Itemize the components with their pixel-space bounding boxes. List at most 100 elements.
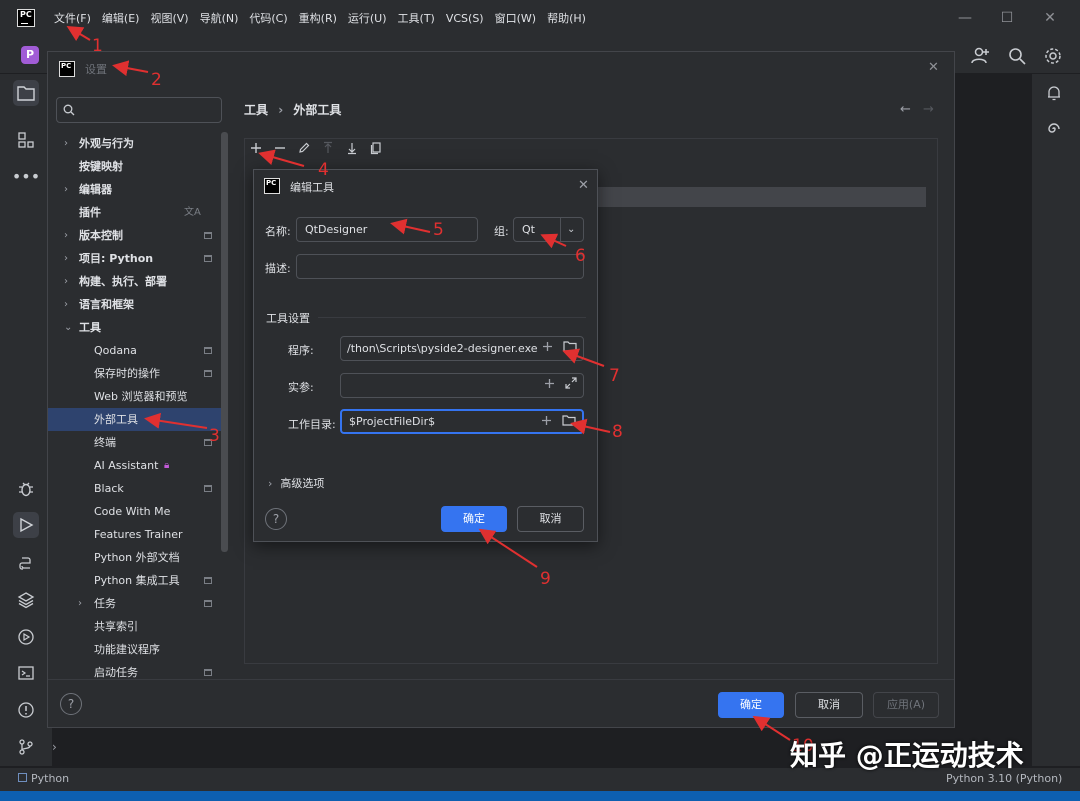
- arguments-input[interactable]: [340, 373, 584, 398]
- tree-item[interactable]: › 外观与行为: [48, 132, 228, 155]
- menu-window[interactable]: 窗口(W): [495, 10, 541, 28]
- menu-vcs[interactable]: VCS(S): [446, 10, 489, 28]
- tree-item[interactable]: Python 集成工具: [48, 569, 228, 592]
- tree-item[interactable]: Qodana: [48, 339, 228, 362]
- insert-macro-plus-icon[interactable]: [544, 378, 555, 389]
- menu-edit[interactable]: 编辑(E): [102, 10, 145, 28]
- tree-item[interactable]: 启动任务: [48, 661, 228, 680]
- forward-arrow-icon[interactable]: →: [923, 102, 934, 117]
- edit-tool-close-icon[interactable]: ✕: [578, 178, 589, 193]
- tree-item[interactable]: Python 外部文档: [48, 546, 228, 569]
- search-everywhere-icon[interactable]: [1007, 46, 1027, 66]
- menu-navigate[interactable]: 导航(N): [200, 10, 244, 28]
- menu-file[interactable]: 文件(F): [54, 10, 96, 28]
- tree-item[interactable]: › 编辑器: [48, 178, 228, 201]
- settings-help-button[interactable]: ?: [60, 693, 82, 715]
- edit-cancel-button[interactable]: 取消: [517, 506, 584, 532]
- move-up-icon[interactable]: [320, 140, 336, 160]
- structure-icon[interactable]: [13, 127, 39, 153]
- tools-list-row[interactable]: [596, 187, 926, 207]
- tree-item[interactable]: 外部工具: [48, 408, 228, 431]
- settings-ok-button[interactable]: 确定: [718, 692, 784, 718]
- move-down-icon[interactable]: [344, 140, 360, 160]
- description-input[interactable]: [296, 254, 584, 279]
- insert-macro-plus-icon[interactable]: [541, 415, 552, 426]
- tree-scrollbar[interactable]: [221, 132, 228, 552]
- maximize-button[interactable]: ☐: [987, 6, 1027, 30]
- settings-search-input[interactable]: [56, 97, 222, 123]
- copy-tool-icon[interactable]: [368, 140, 384, 160]
- tree-item[interactable]: › 构建、执行、部署: [48, 270, 228, 293]
- chevron-right-icon[interactable]: ›: [64, 293, 68, 316]
- browse-folder-icon[interactable]: [563, 340, 577, 352]
- browse-folder-icon[interactable]: [562, 414, 576, 426]
- run-icon[interactable]: [13, 512, 39, 538]
- problems-icon[interactable]: [13, 697, 39, 723]
- tree-item[interactable]: 保存时的操作: [48, 362, 228, 385]
- menu-help[interactable]: 帮助(H): [547, 10, 591, 28]
- breadcrumb-tools[interactable]: 工具: [244, 103, 268, 117]
- settings-cancel-button[interactable]: 取消: [795, 692, 863, 718]
- name-input[interactable]: QtDesigner: [296, 217, 478, 242]
- python-console-icon[interactable]: [13, 550, 39, 576]
- tree-item[interactable]: 插件 文A: [48, 201, 228, 224]
- working-dir-input[interactable]: $ProjectFileDir$: [340, 409, 584, 434]
- tree-item[interactable]: ⌄ 工具: [48, 316, 228, 339]
- more-tools-icon[interactable]: •••: [12, 163, 40, 189]
- services-icon[interactable]: [13, 624, 39, 650]
- tree-item[interactable]: › 项目: Python: [48, 247, 228, 270]
- tree-item[interactable]: Code With Me: [48, 500, 228, 523]
- settings-apply-button[interactable]: 应用(A): [873, 692, 939, 718]
- git-branch-icon[interactable]: [13, 734, 39, 760]
- expand-chevron-icon[interactable]: ›: [52, 740, 57, 754]
- menu-code[interactable]: 代码(C): [249, 10, 292, 28]
- chevron-right-icon[interactable]: ›: [64, 132, 68, 155]
- debug-icon[interactable]: [13, 476, 39, 502]
- tree-item[interactable]: 按键映射: [48, 155, 228, 178]
- edit-help-button[interactable]: ?: [265, 508, 287, 530]
- close-window-button[interactable]: ✕: [1030, 6, 1070, 30]
- tree-item[interactable]: › 任务: [48, 592, 228, 615]
- settings-gear-icon[interactable]: [1043, 46, 1063, 66]
- settings-close-icon[interactable]: ✕: [928, 60, 939, 75]
- layers-icon[interactable]: [13, 587, 39, 613]
- ai-assistant-spiral-icon[interactable]: [1045, 120, 1063, 138]
- notifications-bell-icon[interactable]: [1045, 84, 1063, 102]
- tree-item[interactable]: 共享索引: [48, 615, 228, 638]
- chevron-down-icon[interactable]: ⌄: [567, 218, 575, 241]
- status-project-name[interactable]: Python: [31, 772, 69, 785]
- tree-item[interactable]: Web 浏览器和预览: [48, 385, 228, 408]
- remove-tool-icon[interactable]: [272, 140, 288, 160]
- insert-macro-plus-icon[interactable]: [542, 341, 553, 352]
- expand-field-icon[interactable]: [565, 377, 577, 389]
- minimize-button[interactable]: —: [945, 6, 985, 30]
- menu-view[interactable]: 视图(V): [150, 10, 193, 28]
- chevron-right-icon[interactable]: ›: [78, 592, 82, 615]
- menu-run[interactable]: 运行(U): [348, 10, 392, 28]
- project-folder-icon[interactable]: [13, 80, 39, 106]
- tree-item[interactable]: Black: [48, 477, 228, 500]
- tree-item[interactable]: 终端: [48, 431, 228, 454]
- tree-item[interactable]: Features Trainer: [48, 523, 228, 546]
- tree-item[interactable]: › 语言和框架: [48, 293, 228, 316]
- back-arrow-icon[interactable]: ←: [900, 102, 911, 117]
- chevron-right-icon[interactable]: ›: [64, 224, 68, 247]
- terminal-icon[interactable]: [13, 660, 39, 686]
- edit-pencil-icon[interactable]: [296, 140, 312, 160]
- menu-tools[interactable]: 工具(T): [398, 10, 440, 28]
- advanced-options-toggle[interactable]: › 高级选项: [268, 475, 324, 491]
- edit-ok-button[interactable]: 确定: [441, 506, 507, 532]
- chevron-right-icon[interactable]: ›: [64, 178, 68, 201]
- tree-item[interactable]: › 版本控制: [48, 224, 228, 247]
- menu-refactor[interactable]: 重构(R): [299, 10, 342, 28]
- program-input[interactable]: /thon\Scripts\pyside2-designer.exe: [340, 336, 584, 361]
- project-badge[interactable]: P: [21, 46, 39, 64]
- chevron-right-icon[interactable]: ›: [64, 270, 68, 293]
- chevron-down-icon[interactable]: ⌄: [64, 316, 72, 339]
- group-combo[interactable]: Qt ⌄: [513, 217, 584, 242]
- add-user-icon[interactable]: [970, 46, 990, 66]
- add-tool-icon[interactable]: [248, 140, 264, 160]
- tree-item[interactable]: AI Assistant 🔒︎: [48, 454, 228, 477]
- chevron-right-icon[interactable]: ›: [64, 247, 68, 270]
- tree-item[interactable]: 功能建议程序: [48, 638, 228, 661]
